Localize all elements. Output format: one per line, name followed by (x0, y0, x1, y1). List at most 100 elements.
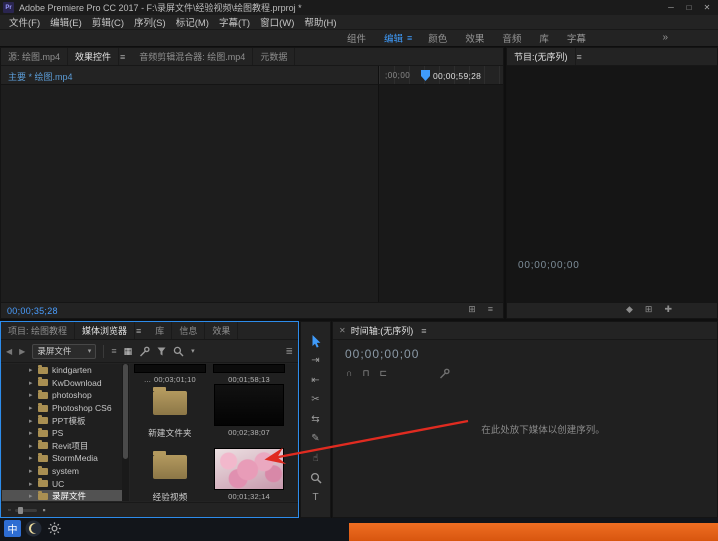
tree-expand-icon[interactable]: ▸ (29, 467, 38, 475)
tree-expand-icon[interactable]: ▸ (29, 454, 38, 462)
tree-item-4[interactable]: ▸ Photoshop CS6 (2, 402, 122, 415)
workspace-tab-5[interactable]: 音频 (493, 31, 530, 45)
tree-expand-icon[interactable]: ▸ (29, 429, 38, 437)
forward-icon[interactable]: ▶ (19, 347, 25, 356)
hand-tool[interactable]: ☝ (307, 452, 324, 465)
taskbar-active-window[interactable] (349, 523, 718, 541)
pen-tool[interactable]: ✎ (307, 433, 324, 446)
tree-item-7[interactable]: ▸ Revit项目 (2, 440, 122, 453)
tree-expand-icon[interactable]: ▸ (29, 492, 38, 500)
zoom-out-thumbnails-icon[interactable]: ▫ (8, 507, 10, 514)
project-panel-tab-2[interactable]: 媒体浏览器 (75, 322, 136, 339)
tree-expand-icon[interactable]: ▸ (29, 442, 38, 450)
razor-tool[interactable]: ✂ (307, 394, 324, 407)
media-item-5[interactable]: 经验视频 (134, 448, 206, 503)
back-icon[interactable]: ◀ (6, 347, 12, 356)
tree-scrollbar[interactable] (122, 364, 129, 501)
panel-menu-icon[interactable]: ≡ (119, 52, 132, 62)
project-panel-tab-4[interactable]: 信息 (172, 322, 206, 339)
menu-item-6[interactable]: 字幕(T) (214, 15, 255, 29)
grid-view-icon[interactable]: ▦ (124, 346, 133, 356)
effect-controls-timeline-area[interactable] (378, 85, 503, 302)
media-item-4[interactable]: 00;02;38;07 (213, 384, 285, 437)
tree-expand-icon[interactable]: ▸ (29, 379, 38, 387)
workspace-tab-6[interactable]: 库 (530, 31, 558, 45)
track-select-forward-tool[interactable]: ⇥ (307, 355, 324, 368)
tree-item-3[interactable]: ▸ photoshop (2, 389, 122, 402)
tree-item-5[interactable]: ▸ PPT模板 (2, 414, 122, 427)
source-panel-tab-4[interactable]: 元数据 (253, 48, 296, 65)
timeline-panel-tab[interactable]: 时间轴:(无序列) (349, 322, 421, 339)
add-button-icon[interactable]: ✚ (664, 305, 672, 314)
tree-item-11[interactable]: ▸ 录屏文件 (2, 489, 122, 501)
panel-menu-icon[interactable]: ≡ (420, 326, 433, 336)
menu-item-4[interactable]: 序列(S) (129, 15, 171, 29)
moon-icon[interactable] (25, 520, 42, 537)
tree-expand-icon[interactable]: ▸ (29, 480, 38, 488)
panel-menu-icon[interactable]: ≡ (135, 326, 148, 336)
source-panel-tab-2[interactable]: 效果控件 (68, 48, 120, 65)
playhead-marker-icon[interactable] (421, 70, 430, 81)
timeline-settings-wrench-icon[interactable] (439, 368, 450, 379)
slider-thumb[interactable] (18, 506, 24, 514)
panel-menu-icon[interactable]: ≡ (576, 52, 589, 62)
tree-item-9[interactable]: ▸ system (2, 465, 122, 478)
list-view-icon[interactable]: ≡ (111, 346, 116, 356)
project-panel-tab-3[interactable]: 库 (148, 322, 173, 339)
tree-expand-icon[interactable]: ▸ (29, 417, 38, 425)
safe-margins-icon[interactable]: ⊞ (645, 305, 653, 314)
menu-item-5[interactable]: 标记(M) (171, 15, 214, 29)
snap-icon[interactable]: ∩ (346, 369, 352, 378)
type-tool[interactable]: T (307, 491, 324, 504)
close-button[interactable]: ✕ (698, 0, 716, 15)
media-item-2[interactable]: 00;01;58;13 (213, 364, 285, 384)
menu-item-1[interactable]: 文件(F) (4, 15, 45, 29)
media-item-6[interactable]: 00;01;32;14 (213, 448, 285, 501)
tree-item-10[interactable]: ▸ UC (2, 477, 122, 490)
ime-indicator[interactable]: 中 (4, 520, 21, 537)
workspace-menu-icon[interactable]: ≡ (407, 33, 419, 43)
sort-icon[interactable]: ≣ (285, 346, 293, 356)
workspace-tab-1[interactable]: 组件 (338, 31, 375, 45)
workspace-overflow-button[interactable]: » (662, 32, 668, 43)
tree-item-2[interactable]: ▸ KwDownload (2, 377, 122, 390)
linked-selection-icon[interactable]: ⊓ (362, 369, 369, 378)
marker-icon[interactable]: ◆ (626, 305, 633, 314)
scrollbar-thumb[interactable] (123, 364, 128, 459)
tree-item-1[interactable]: ▸ kindgarten (2, 364, 122, 377)
settings-icon[interactable]: ≡ (488, 305, 493, 314)
maximize-button[interactable]: □ (680, 0, 698, 15)
source-panel-tab-1[interactable]: 源: 绘图.mp4 (1, 48, 69, 65)
menu-item-7[interactable]: 窗口(W) (255, 15, 299, 29)
menu-item-3[interactable]: 剪辑(C) (87, 15, 129, 29)
gear-icon[interactable] (48, 522, 61, 535)
add-marker-icon[interactable]: ⊏ (380, 369, 388, 378)
tree-expand-icon[interactable]: ▸ (29, 366, 38, 374)
wrench-icon[interactable] (139, 346, 150, 357)
timeline-timecode[interactable]: 00;00;00;00 (345, 347, 419, 361)
project-panel-tab-5[interactable]: 效果 (205, 322, 239, 339)
panel-close-icon[interactable]: ✕ (333, 326, 349, 335)
menu-item-8[interactable]: 帮助(H) (299, 15, 341, 29)
source-panel-tab-3[interactable]: 音频剪辑混合器: 绘图.mp4 (132, 48, 254, 65)
media-item-3[interactable]: 新建文件夹 (134, 384, 206, 439)
tree-item-6[interactable]: ▸ PS (2, 427, 122, 440)
zoom-in-thumbnails-icon[interactable]: ▪ (42, 505, 45, 515)
search-icon[interactable] (173, 346, 184, 357)
program-panel-tab[interactable]: 节目:(无序列) (507, 48, 576, 65)
tree-expand-icon[interactable]: ▸ (29, 391, 38, 399)
workspace-tab-4[interactable]: 效果 (456, 31, 493, 45)
filter-icon[interactable] (157, 347, 166, 356)
ripple-edit-tool[interactable]: ⇤ (307, 374, 324, 387)
minimize-button[interactable]: ─ (662, 0, 680, 15)
tree-expand-icon[interactable]: ▸ (29, 404, 38, 412)
thumbnail-size-slider[interactable] (15, 506, 38, 514)
tree-item-8[interactable]: ▸ StormMedia (2, 452, 122, 465)
menu-item-2[interactable]: 编辑(E) (45, 15, 87, 29)
zoom-tool[interactable] (307, 472, 324, 485)
project-panel-tab-1[interactable]: 项目: 绘图教程 (1, 322, 76, 339)
effect-controls-ruler[interactable]: ;00;00 00;00;59;28 (378, 66, 503, 85)
workspace-tab-3[interactable]: 颜色 (419, 31, 456, 45)
selection-tool[interactable] (307, 335, 324, 348)
search-caret-icon[interactable]: ▾ (191, 347, 195, 355)
